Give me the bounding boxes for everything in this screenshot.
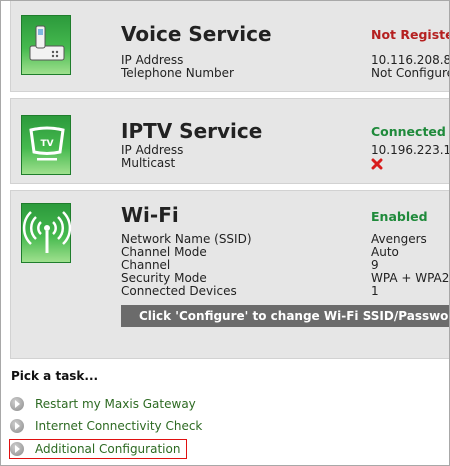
voice-status: Not Register bbox=[371, 27, 449, 42]
voice-phone-value: Not Configure bbox=[371, 66, 450, 80]
iptv-status: Connected bbox=[371, 124, 446, 139]
page-frame: Voice Service Not Register IP Address Te… bbox=[0, 0, 450, 466]
voice-labels: IP Address Telephone Number bbox=[121, 54, 234, 80]
wifi-labels: Network Name (SSID) Channel Mode Channel… bbox=[121, 233, 252, 298]
arrow-right-icon bbox=[10, 442, 24, 456]
iptv-service-panel: TV IPTV Service Connected IP Address Mul… bbox=[10, 98, 449, 184]
wifi-values: Avengers Auto 9 WPA + WPA2 1 bbox=[371, 233, 449, 298]
iptv-values: 10.196.223.19 bbox=[371, 143, 449, 170]
arrow-right-icon bbox=[10, 419, 24, 433]
wifi-status: Enabled bbox=[371, 209, 428, 224]
wifi-devices-value: 1 bbox=[371, 284, 379, 298]
tv-icon: TV bbox=[21, 115, 71, 175]
iptv-multicast-label: Multicast bbox=[121, 156, 176, 170]
task-label: Restart my Maxis Gateway bbox=[35, 397, 196, 411]
wifi-security-value: WPA + WPA2 bbox=[371, 271, 450, 285]
wifi-title: Wi-Fi bbox=[121, 203, 179, 227]
iptv-ip-value: 10.196.223.19 bbox=[371, 143, 449, 157]
arrow-right-icon bbox=[10, 397, 24, 411]
wifi-devices-label: Connected Devices bbox=[121, 284, 237, 298]
task-label: Additional Configuration bbox=[35, 442, 181, 456]
iptv-multicast-value bbox=[371, 157, 449, 170]
voice-title: Voice Service bbox=[121, 22, 272, 46]
iptv-labels: IP Address Multicast bbox=[121, 144, 183, 170]
voice-values: 10.116.208.8 Not Configure bbox=[371, 54, 450, 80]
wifi-channel-mode-value: Auto bbox=[371, 245, 399, 259]
task-connectivity-check[interactable]: Internet Connectivity Check bbox=[10, 417, 202, 435]
wifi-antenna-icon bbox=[21, 203, 72, 263]
phone-icon bbox=[21, 15, 71, 75]
svg-text:TV: TV bbox=[40, 139, 53, 149]
cross-icon bbox=[371, 158, 383, 170]
task-additional-configuration[interactable]: Additional Configuration bbox=[9, 439, 187, 459]
task-restart-gateway[interactable]: Restart my Maxis Gateway bbox=[10, 395, 196, 413]
iptv-title: IPTV Service bbox=[121, 119, 263, 143]
voice-service-panel: Voice Service Not Register IP Address Te… bbox=[10, 1, 450, 92]
configure-note-banner: Click 'Configure' to change Wi-Fi SSID/P… bbox=[121, 305, 449, 327]
tasks-heading: Pick a task... bbox=[11, 369, 99, 383]
task-label: Internet Connectivity Check bbox=[35, 419, 203, 433]
wifi-panel: Wi-Fi Enabled Network Name (SSID) Channe… bbox=[10, 190, 449, 359]
voice-phone-label: Telephone Number bbox=[121, 66, 234, 80]
